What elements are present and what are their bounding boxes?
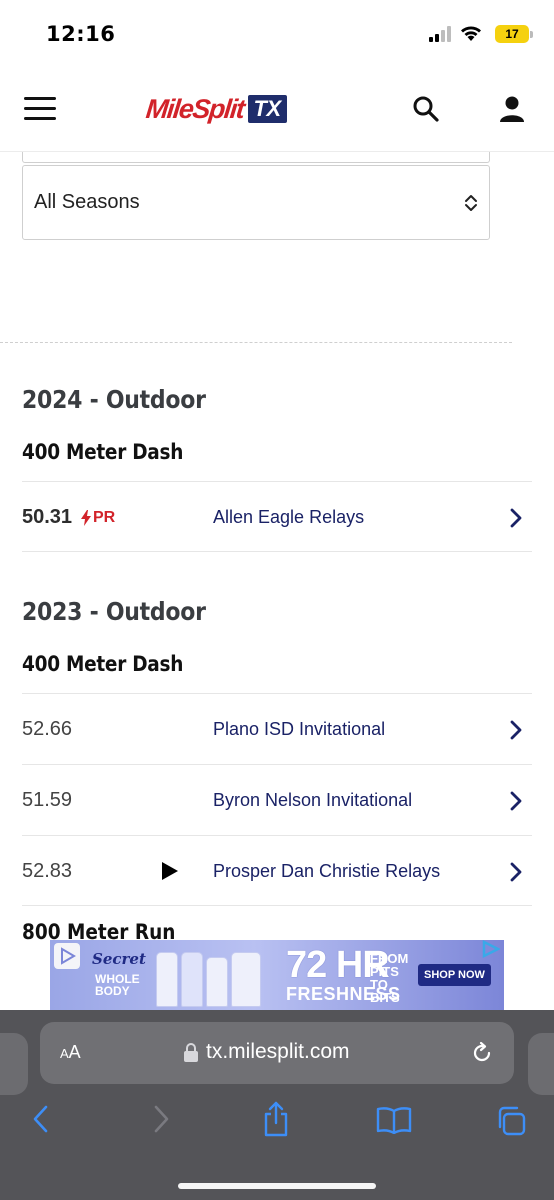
meet-name: Allen Eagle Relays — [213, 507, 365, 527]
ad-brand: Secret — [92, 950, 146, 968]
battery-icon: 17 — [495, 25, 529, 43]
previous-tab-peek[interactable] — [0, 1033, 28, 1095]
lightning-icon — [81, 510, 91, 526]
forward-icon[interactable] — [150, 1104, 172, 1134]
section-divider — [0, 342, 512, 343]
video-play-icon[interactable] — [161, 861, 179, 881]
chevron-right-icon — [510, 862, 522, 882]
menu-icon[interactable] — [24, 97, 56, 121]
ad-product-image — [231, 952, 261, 1007]
meet-name: Byron Nelson Invitational — [213, 790, 413, 810]
result-row[interactable]: 52.66 Plano ISD Invitational — [22, 693, 532, 764]
user-icon[interactable] — [498, 95, 526, 123]
next-tab-peek[interactable] — [528, 1033, 554, 1095]
status-time: 12:16 — [46, 22, 116, 46]
chevron-right-icon — [510, 791, 522, 811]
reload-icon[interactable] — [470, 1041, 494, 1065]
ad-shop-now-button[interactable]: SHOP NOW — [418, 964, 491, 986]
ad-product-image — [206, 957, 228, 1007]
pr-label: PR — [93, 509, 116, 526]
event-heading: 400 Meter Dash — [22, 440, 184, 464]
event-heading-partial-text: 800 Meter Run — [22, 922, 176, 940]
previous-select-bottom-edge[interactable] — [22, 152, 490, 163]
result-mark: 52.83 — [22, 860, 73, 882]
site-header: MileSplit TX — [0, 70, 554, 152]
logo-state-badge: TX — [247, 95, 287, 123]
season-select[interactable]: All Seasons — [22, 165, 490, 240]
url-text: tx.milesplit.com — [206, 1040, 350, 1063]
adchoices-icon[interactable] — [480, 940, 500, 958]
ad-banner[interactable]: Secret WHOLE BODY 72 HR FRESHNESS FROM P… — [50, 940, 504, 1010]
logo-text: MileSplit — [144, 93, 246, 124]
home-indicator[interactable] — [178, 1183, 376, 1189]
result-row[interactable]: 52.83 Prosper Dan Christie Relays — [22, 835, 532, 906]
tabs-icon[interactable] — [495, 1105, 527, 1137]
signal-icon — [429, 26, 451, 42]
page-settings-button[interactable]: AA — [60, 1042, 81, 1063]
season-heading: 2024 - Outdoor — [22, 385, 206, 414]
pr-badge: PR — [81, 509, 115, 527]
result-mark: 52.66 — [22, 718, 73, 740]
ad-side-text: FROM PITS TO BITS — [370, 951, 409, 1005]
meet-name: Plano ISD Invitational — [213, 719, 386, 739]
result-mark: 50.31 — [22, 506, 73, 528]
battery-nub — [530, 31, 533, 38]
ad-sub-text: WHOLE BODY — [95, 972, 140, 998]
ad-product-image — [156, 952, 178, 1007]
browser-bottom-bar: AA tx.milesplit.com — [0, 1010, 554, 1200]
event-heading-partial: 800 Meter Run — [22, 922, 322, 940]
back-icon[interactable] — [30, 1104, 52, 1134]
search-icon[interactable] — [412, 95, 440, 123]
ad-product-image — [181, 952, 203, 1007]
ad-play-icon — [54, 943, 80, 969]
result-row[interactable]: 51.59 Byron Nelson Invitational — [22, 764, 532, 835]
season-select-value: All Seasons — [34, 191, 140, 213]
chevron-right-icon — [510, 720, 522, 740]
address-bar[interactable]: AA tx.milesplit.com — [40, 1022, 514, 1084]
result-row[interactable]: 50.31 PR Allen Eagle Relays — [22, 481, 532, 552]
wifi-icon — [461, 26, 481, 41]
battery-level: 17 — [505, 27, 519, 41]
result-mark: 51.59 — [22, 789, 73, 811]
meet-name: Prosper Dan Christie Relays — [213, 861, 441, 881]
chevron-right-icon — [510, 508, 522, 528]
share-icon[interactable] — [261, 1100, 291, 1138]
lock-icon — [184, 1043, 198, 1062]
select-arrows-icon — [465, 195, 477, 211]
season-heading: 2023 - Outdoor — [22, 597, 206, 626]
status-bar: 12:16 17 — [0, 0, 554, 70]
milesplit-logo[interactable]: MileSplit TX — [144, 92, 287, 126]
bookmarks-icon[interactable] — [376, 1106, 412, 1134]
event-heading: 400 Meter Dash — [22, 652, 184, 676]
